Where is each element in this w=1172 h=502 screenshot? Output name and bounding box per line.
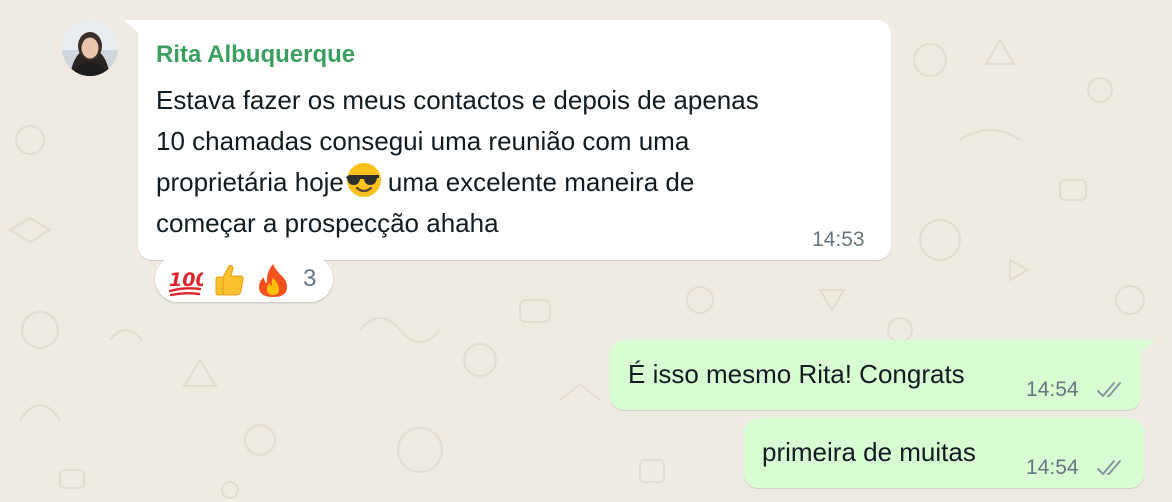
incoming-message[interactable]: Rita Albuquerque Estava fazer os meus co… [138, 20, 891, 260]
sunglasses-emoji-icon [345, 163, 381, 197]
message-line-part: uma excelente maneira de [387, 167, 695, 197]
message-line: começar a prospecção ahaha [156, 208, 499, 238]
thumbs-up-icon [215, 264, 244, 296]
message-time: 14:54 [1026, 456, 1079, 479]
outgoing-bubble-tail [1139, 340, 1155, 354]
sender-name[interactable]: Rita Albuquerque [156, 41, 355, 69]
outgoing-message[interactable]: primeira de muitas 14:54 [744, 418, 1144, 488]
read-receipt-icon [1097, 460, 1121, 475]
reactions-pill[interactable]: 100 3 [155, 256, 333, 302]
message-line: proprietária hoje uma excelente maneira … [156, 162, 871, 203]
message-time: 14:54 [1026, 378, 1079, 401]
message-line: Estava fazer os meus contactos e depois … [156, 85, 759, 115]
outgoing-message[interactable]: É isso mesmo Rita! Congrats 14:54 [610, 340, 1141, 410]
read-receipt-icon [1097, 382, 1121, 397]
message-text: primeira de muitas [762, 437, 976, 467]
reaction-count: 3 [303, 265, 317, 292]
message-text: Estava fazer os meus contactos e depois … [156, 80, 871, 244]
message-text: É isso mesmo Rita! Congrats [628, 359, 965, 389]
message-time: 14:53 [812, 228, 865, 251]
fire-icon [259, 264, 287, 297]
hundred-points-icon: 100 [168, 269, 203, 297]
message-line: 10 chamadas consegui uma reunião com uma [156, 126, 690, 156]
message-line-part: proprietária hoje [156, 167, 344, 197]
sender-avatar[interactable] [62, 20, 118, 76]
